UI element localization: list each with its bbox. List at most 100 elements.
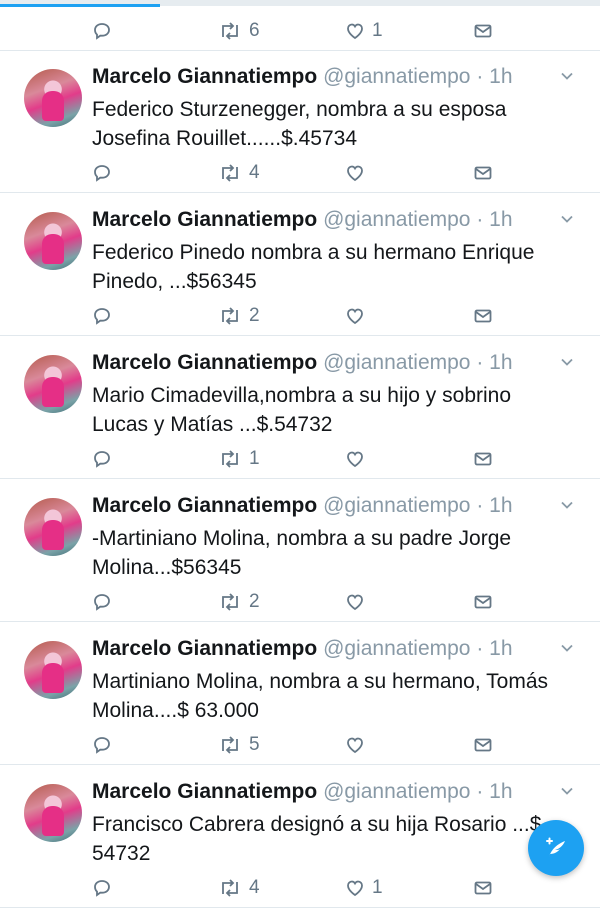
retweet-icon: [222, 307, 238, 325]
message-icon: [474, 166, 492, 180]
tweet-actions: 2: [92, 590, 512, 614]
tweet-text: Francisco Cabrera designó a su hija Rosa…: [92, 813, 542, 865]
tweet-actions: 5: [92, 733, 512, 757]
reply-button[interactable]: [92, 590, 112, 614]
author-handle: @giannatiempo: [323, 351, 471, 374]
tweet[interactable]: Marcelo Giannatiempo @giannatiempo · 1h …: [0, 766, 600, 908]
retweet-button[interactable]: 4: [218, 161, 260, 185]
reply-icon: [94, 165, 110, 182]
author-handle: @giannatiempo: [323, 780, 471, 803]
message-icon: [474, 309, 492, 323]
reply-button[interactable]: [92, 304, 112, 328]
message-button[interactable]: [473, 590, 493, 614]
like-button[interactable]: [345, 161, 372, 185]
chevron-down-icon[interactable]: [560, 641, 574, 655]
like-count: 1: [372, 20, 383, 41]
avatar[interactable]: [24, 784, 82, 842]
chevron-down-icon[interactable]: [560, 69, 574, 83]
avatar[interactable]: [24, 212, 82, 270]
reply-button[interactable]: [92, 876, 112, 900]
tweet-actions: 2: [92, 304, 512, 328]
reply-icon: [94, 880, 110, 897]
tweet-actions: 4 1: [92, 876, 512, 900]
tweet-text: -Martiniano Molina, nombra a su padre Jo…: [92, 527, 512, 579]
author-name[interactable]: Marcelo Giannatiempo: [92, 780, 317, 803]
like-button[interactable]: 1: [345, 19, 383, 43]
message-button[interactable]: [473, 19, 493, 43]
message-icon: [474, 452, 492, 466]
retweet-button[interactable]: 6: [218, 19, 260, 43]
author-handle: @giannatiempo: [323, 65, 471, 88]
loading-progress-bar: [0, 4, 160, 7]
tweet-header: Marcelo Giannatiempo @giannatiempo · 1h: [92, 494, 562, 518]
reply-button[interactable]: [92, 19, 112, 43]
avatar[interactable]: [24, 69, 82, 127]
tweet-text: Mario Cimadevilla,nombra a su hijo y sob…: [92, 384, 512, 436]
tweet-text: Martiniano Molina, nombra a su hermano, …: [92, 670, 549, 722]
like-icon: [347, 737, 363, 754]
tweet-actions: 4: [92, 161, 512, 185]
retweet-button[interactable]: 2: [218, 590, 260, 614]
retweet-count: 2: [249, 591, 260, 612]
message-button[interactable]: [473, 876, 493, 900]
like-icon: [347, 308, 363, 325]
reply-icon: [94, 23, 110, 40]
retweet-count: 4: [249, 877, 260, 898]
reply-icon: [94, 737, 110, 754]
author-name[interactable]: Marcelo Giannatiempo: [92, 637, 317, 660]
tweet[interactable]: Marcelo Giannatiempo @giannatiempo · 1h …: [0, 623, 600, 765]
like-button[interactable]: [345, 304, 372, 328]
retweet-button[interactable]: 1: [218, 447, 260, 471]
chevron-down-icon[interactable]: [560, 784, 574, 798]
reply-button[interactable]: [92, 447, 112, 471]
retweet-count: 4: [249, 162, 260, 183]
like-icon: [347, 594, 363, 611]
tweet-header: Marcelo Giannatiempo @giannatiempo · 1h: [92, 208, 562, 232]
chevron-down-icon[interactable]: [560, 212, 574, 226]
author-name[interactable]: Marcelo Giannatiempo: [92, 494, 317, 517]
message-button[interactable]: [473, 733, 493, 757]
author-handle: @giannatiempo: [323, 208, 471, 231]
retweet-count: 2: [249, 305, 260, 326]
author-name[interactable]: Marcelo Giannatiempo: [92, 351, 317, 374]
retweet-icon: [222, 736, 238, 754]
message-icon: [474, 881, 492, 895]
retweet-button[interactable]: 5: [218, 733, 260, 757]
tweet-actions: 6 1: [92, 19, 512, 43]
chevron-down-icon[interactable]: [560, 498, 574, 512]
tweet[interactable]: Marcelo Giannatiempo @giannatiempo · 1h …: [0, 194, 600, 336]
reply-button[interactable]: [92, 161, 112, 185]
compose-tweet-button[interactable]: [528, 820, 584, 876]
like-button[interactable]: [345, 733, 372, 757]
message-button[interactable]: [473, 447, 493, 471]
like-button[interactable]: [345, 447, 372, 471]
like-button[interactable]: 1: [345, 876, 383, 900]
avatar[interactable]: [24, 498, 82, 556]
tweet-text: Federico Sturzenegger, nombra a su espos…: [92, 98, 507, 150]
tweet-header: Marcelo Giannatiempo @giannatiempo · 1h: [92, 780, 562, 804]
like-button[interactable]: [345, 590, 372, 614]
retweet-count: 1: [249, 448, 260, 469]
chevron-down-icon[interactable]: [560, 355, 574, 369]
retweet-count: 6: [249, 20, 260, 41]
retweet-icon: [222, 22, 238, 40]
retweet-button[interactable]: 2: [218, 304, 260, 328]
message-button[interactable]: [473, 161, 493, 185]
like-icon: [347, 451, 363, 468]
tweet[interactable]: Marcelo Giannatiempo @giannatiempo · 1h …: [0, 51, 600, 193]
retweet-icon: [222, 879, 238, 897]
tweet[interactable]: Marcelo Giannatiempo @giannatiempo · 1h …: [0, 337, 600, 479]
retweet-button[interactable]: 4: [218, 876, 260, 900]
author-name[interactable]: Marcelo Giannatiempo: [92, 65, 317, 88]
retweet-count: 5: [249, 734, 260, 755]
tweet-time: · 1h: [476, 208, 513, 231]
avatar[interactable]: [24, 641, 82, 699]
reply-icon: [94, 594, 110, 611]
retweet-icon: [222, 164, 238, 182]
reply-button[interactable]: [92, 733, 112, 757]
avatar[interactable]: [24, 355, 82, 413]
message-button[interactable]: [473, 304, 493, 328]
author-name[interactable]: Marcelo Giannatiempo: [92, 208, 317, 231]
tweet[interactable]: Marcelo Giannatiempo @giannatiempo · 1h …: [0, 480, 600, 622]
retweet-icon: [222, 450, 238, 468]
